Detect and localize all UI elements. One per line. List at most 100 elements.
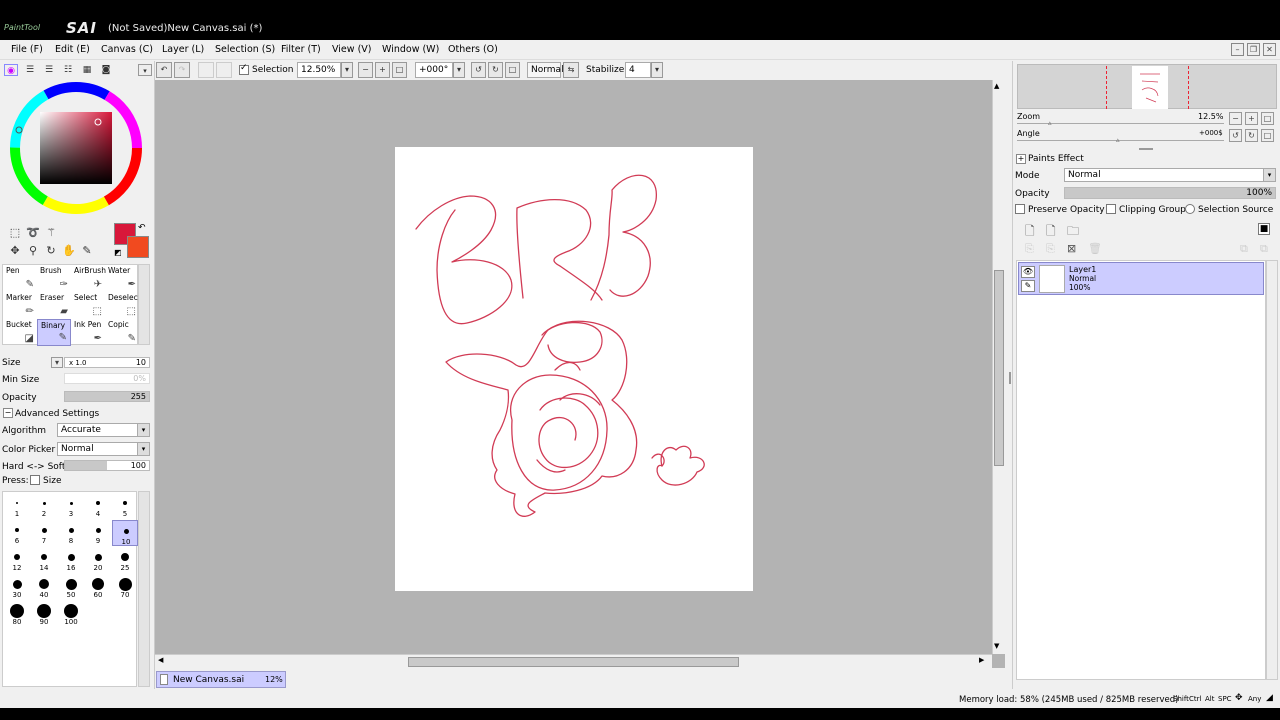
deselect-icon[interactable] <box>198 62 214 78</box>
brush-size-2[interactable]: 2 <box>31 493 57 519</box>
brush-size-12[interactable]: 12 <box>4 547 30 573</box>
brush-size-50[interactable]: 50 <box>58 574 84 600</box>
zoom-field[interactable]: 12.50% <box>297 62 341 78</box>
scratchpad-icon[interactable]: ◙ <box>99 64 113 76</box>
expand-paints-effect-icon[interactable]: + <box>1016 154 1026 164</box>
tool-eraser[interactable]: Eraser ▰ <box>37 292 71 319</box>
resize-grip-icon[interactable]: ◢ <box>1266 693 1273 703</box>
scroll-right-icon[interactable]: ▶ <box>979 656 984 664</box>
brush-size-40[interactable]: 40 <box>31 574 57 600</box>
transparent-color-icon[interactable]: ◩ <box>114 248 122 257</box>
brush-size-30[interactable]: 30 <box>4 574 30 600</box>
close-button[interactable]: ✕ <box>1263 43 1276 56</box>
brush-size-7[interactable]: 7 <box>31 520 57 546</box>
view-mode-field[interactable]: Normal <box>527 62 564 78</box>
restore-button[interactable]: ❐ <box>1247 43 1260 56</box>
hsv-color-wheel[interactable] <box>8 80 146 218</box>
new-layer-icon[interactable]: 🗋 <box>1025 222 1035 243</box>
algorithm-select[interactable]: Accurate ▾ <box>57 423 150 437</box>
tool-brush[interactable]: Brush ✑ <box>37 265 71 292</box>
zoom-dropdown-icon[interactable]: ▾ <box>341 62 353 78</box>
nav-rotate-right-icon[interactable]: ↻ <box>1245 129 1258 142</box>
scroll-down-icon[interactable]: ▼ <box>994 642 999 650</box>
canvas-horizontal-scrollbar[interactable]: ◀ ▶ <box>155 654 992 668</box>
brush-size-70[interactable]: 70 <box>112 574 138 600</box>
brush-size-3[interactable]: 3 <box>58 493 84 519</box>
scroll-up-icon[interactable]: ▲ <box>994 82 999 90</box>
color-picker-select[interactable]: Normal ▾ <box>57 442 150 456</box>
tool-water[interactable]: Water ✒ <box>105 265 139 292</box>
right-panel-splitter[interactable] <box>1009 372 1011 384</box>
collapse-advanced-icon[interactable]: − <box>3 408 13 418</box>
tool-deselect[interactable]: Deselect ⬚ <box>105 292 141 319</box>
layer-row[interactable]: 👁 ✎ Layer1 Normal 100% <box>1018 262 1264 295</box>
tool-select[interactable]: Select ⬚ <box>71 292 105 319</box>
rgb-slider-icon[interactable]: ☰ <box>23 64 37 76</box>
selection-checkbox[interactable]: ✓ <box>239 63 249 75</box>
brush-size-1[interactable]: 1 <box>4 493 30 519</box>
eye-icon[interactable]: 👁 <box>1021 266 1035 278</box>
hard-soft-slider[interactable]: 100 <box>64 460 150 471</box>
secondary-color-swatch[interactable] <box>127 236 149 258</box>
menu-edit[interactable]: Edit (E) <box>55 44 90 55</box>
stabilizer-field[interactable]: 4 <box>625 62 651 78</box>
brush-size-14[interactable]: 14 <box>31 547 57 573</box>
brush-size-8[interactable]: 8 <box>58 520 84 546</box>
flip-icon[interactable]: ⇆ <box>563 62 579 78</box>
horizontal-scroll-thumb[interactable] <box>408 657 739 667</box>
brush-size-20[interactable]: 20 <box>85 547 111 573</box>
size-slider[interactable]: x 1.0 10 <box>64 357 150 368</box>
redo-icon[interactable]: ↷ <box>174 62 190 78</box>
nav-rotate-reset-icon[interactable]: □ <box>1261 129 1274 142</box>
layer-mode-select[interactable]: Normal ▾ <box>1064 168 1276 182</box>
clipping-group-checkbox[interactable] <box>1106 204 1116 214</box>
color-mixer-icon[interactable]: ☷ <box>61 64 75 76</box>
tool-bucket[interactable]: Bucket ◪ <box>3 319 37 346</box>
selection-source-radio[interactable] <box>1185 204 1195 214</box>
transfer-down-icon[interactable]: ⎘ <box>1025 242 1034 256</box>
brush-size-90[interactable]: 90 <box>31 601 57 627</box>
preserve-opacity-checkbox[interactable] <box>1015 204 1025 214</box>
menu-selection[interactable]: Selection (S) <box>215 44 275 55</box>
brush-size-4[interactable]: 4 <box>85 493 111 519</box>
tool-airbrush[interactable]: AirBrush ✈ <box>71 265 106 292</box>
swatches-icon[interactable]: ▦ <box>80 64 94 76</box>
menu-others[interactable]: Others (O) <box>448 44 498 55</box>
zoom-out-icon[interactable]: − <box>358 62 373 78</box>
stabilizer-dropdown-icon[interactable]: ▾ <box>651 62 663 78</box>
menu-layer[interactable]: Layer (L) <box>162 44 204 55</box>
brush-size-60[interactable]: 60 <box>85 574 111 600</box>
menu-filter[interactable]: Filter (T) <box>281 44 321 55</box>
tool-copic[interactable]: Copic ✎ <box>105 319 139 346</box>
zoom-in-icon[interactable]: + <box>375 62 390 78</box>
angle-dropdown-icon[interactable]: ▾ <box>453 62 465 78</box>
brush-size-16[interactable]: 16 <box>58 547 84 573</box>
opacity-slider[interactable]: 255 <box>64 391 150 402</box>
canvas-vertical-scrollbar[interactable]: ▲ ▼ <box>992 80 1005 654</box>
angle-field[interactable]: +000° <box>415 62 453 78</box>
brush-size-5[interactable]: 5 <box>112 493 138 519</box>
minimize-button[interactable]: – <box>1231 43 1244 56</box>
size-grid-scrollbar[interactable] <box>138 491 150 687</box>
layer-list-scrollbar[interactable] <box>1266 260 1278 680</box>
color-panel-dropdown-icon[interactable]: ▾ <box>138 64 152 76</box>
color-wheel-icon[interactable]: ◉ <box>4 64 18 76</box>
zoom-reset-icon[interactable]: □ <box>392 62 407 78</box>
swap-colors-icon[interactable]: ↶ <box>138 223 146 233</box>
new-linework-layer-icon[interactable]: 🗋 <box>1046 222 1056 243</box>
undo-icon[interactable]: ↶ <box>156 62 172 78</box>
delete-layer-icon[interactable]: 🗑 <box>1088 242 1102 255</box>
tool-pen[interactable]: Pen ✎ <box>3 265 37 292</box>
brush-size-6[interactable]: 6 <box>4 520 30 546</box>
scroll-left-icon[interactable]: ◀ <box>158 656 163 664</box>
new-folder-icon[interactable]: 🗀 <box>1067 222 1079 243</box>
layer-opacity-slider[interactable]: 100% <box>1064 187 1276 199</box>
merge-down-icon[interactable]: ⎘ <box>1046 242 1055 256</box>
menu-view[interactable]: View (V) <box>332 44 371 55</box>
menu-file[interactable]: File (F) <box>11 44 43 55</box>
tool-ink-pen[interactable]: Ink Pen ✒ <box>71 319 105 346</box>
menu-window[interactable]: Window (W) <box>382 44 439 55</box>
nav-zoom-thumb-icon[interactable]: ▵ <box>1048 119 1052 127</box>
tool-grid-scrollbar[interactable] <box>138 264 150 345</box>
rotate-right-icon[interactable]: ↻ <box>488 62 503 78</box>
